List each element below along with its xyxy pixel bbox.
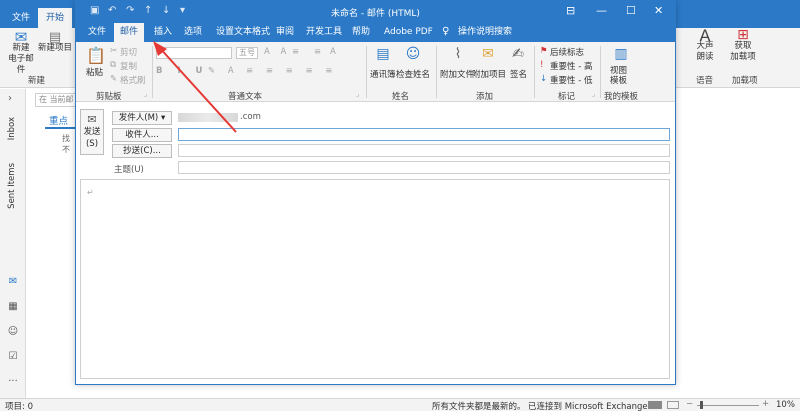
annotation-arrow	[153, 41, 237, 133]
